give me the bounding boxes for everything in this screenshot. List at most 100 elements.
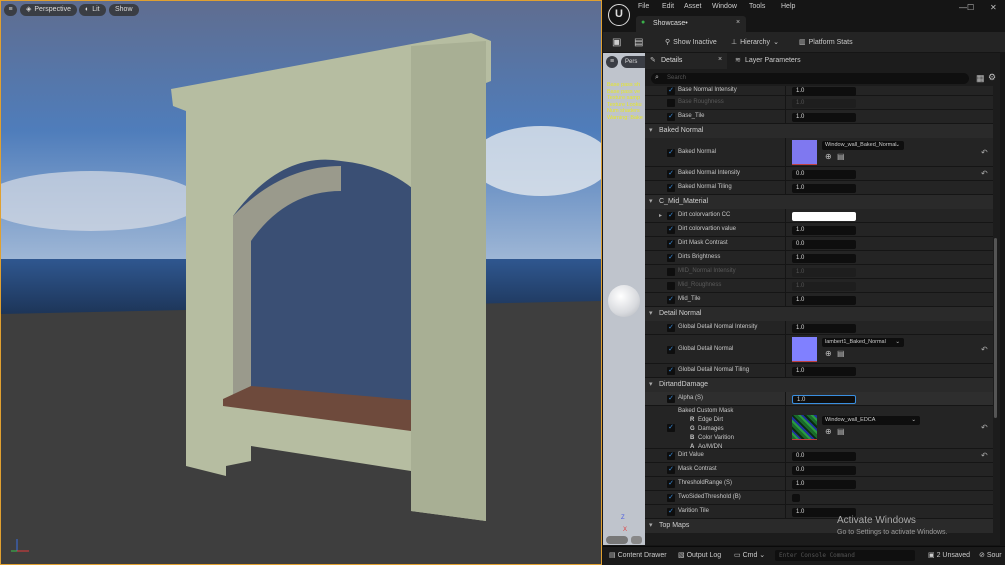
menu-tools[interactable]: Tools [749, 3, 765, 10]
maximize-button[interactable]: ☐ [967, 3, 974, 12]
show-inactive-button[interactable]: ⚲ Show Inactive [665, 35, 717, 50]
expand-arrow-icon[interactable]: ▸ [659, 212, 662, 219]
menu-asset[interactable]: Asset [684, 3, 702, 10]
close-tab-icon[interactable]: × [718, 56, 722, 63]
reset-to-default-icon[interactable]: ↶ [981, 423, 988, 432]
override-checkbox[interactable]: ✓ [667, 254, 675, 262]
value-field[interactable]: 1.0 [792, 267, 856, 277]
value-field[interactable]: 1.0 [792, 225, 856, 235]
preview-view-button[interactable]: Pers [621, 56, 645, 68]
group-baked-normal[interactable]: Baked Normal [645, 124, 993, 138]
group-c_mid_material[interactable]: C_Mid_Material [645, 195, 993, 209]
reset-to-default-icon[interactable]: ↶ [981, 451, 988, 460]
save-icon[interactable]: ▣ [612, 35, 621, 50]
use-selected-icon[interactable]: ⊕ [825, 427, 832, 436]
texture-asset-dropdown[interactable]: lambert1_Baked_Normal ⌄ [822, 338, 904, 347]
bool-checkbox[interactable] [792, 494, 800, 502]
override-checkbox[interactable]: ✓ [667, 226, 675, 234]
value-field[interactable]: 1.0 [792, 86, 856, 96]
override-checkbox[interactable] [667, 268, 675, 276]
value-field[interactable]: 1.0 [792, 479, 856, 489]
lit-button[interactable]: ◐ Lit [79, 4, 106, 16]
override-checkbox[interactable]: ✓ [667, 184, 675, 192]
override-checkbox[interactable]: ✓ [667, 212, 675, 220]
value-field[interactable]: 1.0 [792, 253, 856, 263]
tab-details[interactable]: ✎ Details × [645, 53, 727, 69]
level-viewport[interactable]: ≡ ◈ Perspective ◐ Lit Show [0, 0, 602, 565]
reset-to-default-icon[interactable]: ↶ [981, 345, 988, 354]
value-field[interactable]: 0.0 [792, 451, 856, 461]
value-field[interactable]: 1.0 [792, 98, 856, 108]
override-checkbox[interactable]: ✓ [667, 480, 675, 488]
texture-thumbnail[interactable] [792, 415, 817, 440]
output-log-button[interactable]: ▧ Output Log [678, 551, 721, 559]
value-field[interactable]: 1.0 [792, 112, 856, 122]
menu-file[interactable]: File [638, 3, 649, 10]
texture-thumbnail[interactable] [792, 140, 817, 165]
override-checkbox[interactable]: ✓ [667, 324, 675, 332]
platform-stats-button[interactable]: ▥ Platform Stats [799, 35, 853, 50]
use-selected-icon[interactable]: ⊕ [825, 349, 832, 358]
browse-asset-icon[interactable]: ▤ [837, 427, 845, 436]
override-checkbox[interactable] [667, 99, 675, 107]
content-drawer-button[interactable]: ▤ Content Drawer [609, 551, 667, 559]
override-checkbox[interactable]: ✓ [667, 423, 675, 432]
value-field[interactable]: 1.0 [792, 295, 856, 305]
value-field[interactable]: 0.0 [792, 169, 856, 179]
value-field[interactable]: 1.0 [792, 281, 856, 291]
preview-options-button[interactable] [631, 536, 642, 544]
color-swatch[interactable] [792, 211, 856, 221]
value-field[interactable]: 1.0 [792, 183, 856, 193]
reset-to-default-icon[interactable]: ↶ [981, 148, 988, 157]
tab-showcase[interactable]: ● Showcase• × [636, 16, 746, 32]
menu-help[interactable]: Help [781, 3, 795, 10]
console-input[interactable]: Enter Console Command [775, 550, 915, 561]
override-checkbox[interactable] [667, 282, 675, 290]
close-window-button[interactable]: ✕ [990, 3, 997, 12]
value-field[interactable]: 0.0 [792, 465, 856, 475]
override-checkbox[interactable]: ✓ [667, 508, 675, 516]
override-checkbox[interactable]: ✓ [667, 345, 675, 354]
menu-window[interactable]: Window [712, 3, 737, 10]
reset-to-default-icon[interactable]: ↶ [981, 169, 988, 178]
preview-shape-buttons[interactable] [606, 536, 628, 544]
override-checkbox[interactable]: ✓ [667, 240, 675, 248]
cmd-dropdown[interactable]: ▭ Cmd ⌄ [734, 551, 765, 559]
override-checkbox[interactable]: ✓ [667, 113, 675, 121]
override-checkbox[interactable]: ✓ [667, 367, 675, 375]
value-field[interactable]: 1.0 [792, 366, 856, 376]
group-dirtanddamage[interactable]: DirtandDamage [645, 378, 993, 392]
table-view-icon[interactable]: ▦ [976, 73, 985, 84]
browse-icon[interactable]: ▤ [634, 35, 643, 50]
value-field[interactable]: 0.0 [792, 239, 856, 249]
tab-layer-parameters[interactable]: ≋ Layer Parameters [733, 53, 823, 69]
use-selected-icon[interactable]: ⊕ [825, 152, 832, 161]
minimize-button[interactable]: — [959, 3, 967, 12]
override-checkbox[interactable]: ✓ [667, 87, 675, 95]
menu-edit[interactable]: Edit [662, 3, 674, 10]
scrollbar[interactable] [994, 238, 997, 418]
override-checkbox[interactable]: ✓ [667, 395, 675, 403]
browse-asset-icon[interactable]: ▤ [837, 349, 845, 358]
override-checkbox[interactable]: ✓ [667, 148, 675, 157]
texture-asset-dropdown[interactable]: Window_wall_Baked_Normal ⌄ [822, 141, 904, 150]
source-control-button[interactable]: ⊘ Sour [979, 551, 1002, 559]
unsaved-button[interactable]: ▣ 2 Unsaved [928, 551, 970, 559]
perspective-button[interactable]: ◈ Perspective [20, 4, 77, 16]
override-checkbox[interactable]: ✓ [667, 494, 675, 502]
show-button[interactable]: Show [109, 4, 139, 16]
override-checkbox[interactable]: ✓ [667, 296, 675, 304]
group-detail-normal[interactable]: Detail Normal [645, 307, 993, 321]
browse-asset-icon[interactable]: ▤ [837, 152, 845, 161]
viewport-menu-button[interactable]: ≡ [4, 4, 17, 16]
material-preview-viewport[interactable]: ≡ Pers Z X Base pass sh Base pass ve Textu… [603, 53, 645, 545]
override-checkbox[interactable]: ✓ [667, 170, 675, 178]
value-field[interactable]: 1.0 [792, 394, 856, 404]
value-field[interactable]: 1.0 [792, 323, 856, 333]
close-tab-icon[interactable]: × [736, 19, 740, 26]
override-checkbox[interactable]: ✓ [667, 466, 675, 474]
override-checkbox[interactable]: ✓ [667, 452, 675, 460]
search-input[interactable]: ⌕ Search [651, 73, 969, 84]
texture-thumbnail[interactable] [792, 337, 817, 362]
hierarchy-button[interactable]: ⊥ Hierarchy ⌄ [731, 35, 779, 50]
